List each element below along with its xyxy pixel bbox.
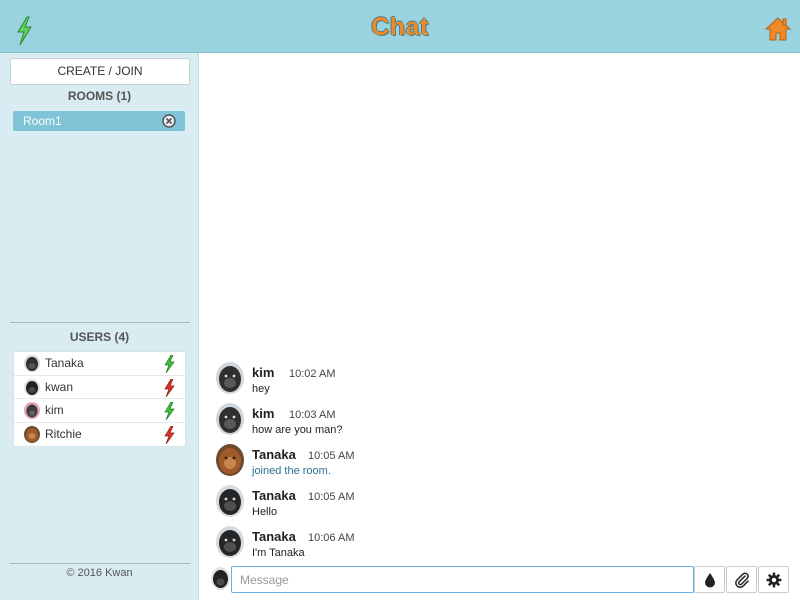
create-join-button[interactable]: CREATE / JOIN [10,58,190,85]
user-row-tanaka[interactable]: Tanaka [14,352,185,376]
message-time: 10:06 AM [308,532,355,544]
message-composer [200,558,800,600]
divider [10,322,190,323]
message-author: Tanaka [252,488,296,503]
message-text: Hello [252,506,278,518]
divider [10,563,190,564]
avatar [24,425,40,443]
message-item: kim 10:03 AM how are you man? [216,401,776,441]
user-name: kwan [45,379,74,394]
color-drop-button[interactable] [694,566,725,593]
avatar [216,362,244,394]
rooms-heading: ROOMS (1) [67,89,132,103]
user-list: Tanaka kwan kim Ritchie [13,351,186,447]
message-item: Tanaka 10:05 AM Hello [216,483,776,523]
room-item-room1[interactable]: Room1 [13,111,185,131]
user-row-ritchie[interactable]: Ritchie [14,423,185,447]
message-input[interactable] [231,566,694,593]
user-name: kim [45,403,64,417]
message-author: Tanaka [252,529,296,544]
room-name: Room1 [23,114,62,128]
message-text: how are you man? [252,424,343,436]
lightning-bolt-icon [164,402,175,420]
avatar [216,485,244,517]
message-time: 10:03 AM [289,409,336,421]
message-item: Tanaka 10:05 AM joined the room. [216,442,776,482]
avatar [24,355,40,372]
avatar [211,567,230,590]
app-header: Chat [0,0,800,53]
avatar [216,403,244,435]
user-name: Tanaka [45,356,84,370]
message-time: 10:05 AM [308,491,355,503]
system-message-text: joined the room. [252,465,331,477]
avatar [24,402,40,419]
avatar [216,444,244,476]
copyright-footer: © 2016 Kwan [66,567,133,579]
lightning-bolt-icon [164,378,175,397]
settings-button[interactable] [758,566,789,593]
drop-icon [705,573,715,588]
message-author: kim [252,365,275,380]
gear-icon [766,572,782,588]
user-name: Ritchie [45,426,82,441]
sidebar: CREATE / JOIN ROOMS (1) Room1 USERS (4) … [0,53,199,600]
paperclip-icon [735,572,749,588]
user-row-kwan[interactable]: kwan [14,376,185,399]
message-author: Tanaka [252,447,296,462]
message-item: kim 10:02 AM hey [216,360,776,400]
app-title: Chat [371,13,429,41]
user-row-kim[interactable]: kim [14,399,185,423]
message-author: kim [252,406,275,421]
attach-button[interactable] [726,566,757,593]
users-heading: USERS (4) [69,330,130,344]
message-text: hey [252,383,270,395]
avatar [216,526,244,558]
message-time: 10:05 AM [308,450,355,462]
close-circle-icon[interactable] [162,114,176,128]
avatar [24,378,40,396]
message-time: 10:02 AM [289,368,336,380]
home-icon[interactable] [765,16,791,42]
lightning-bolt-icon [164,425,175,444]
lightning-bolt-icon [164,355,175,373]
